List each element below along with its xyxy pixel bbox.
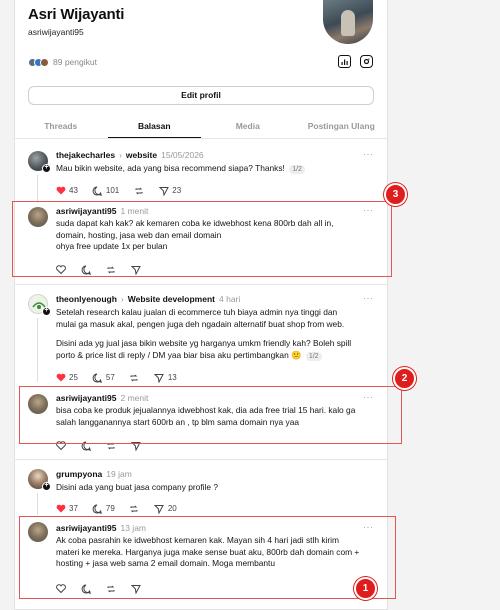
post-line: Setelah research kalau jualan di ecommer… — [56, 307, 338, 317]
tab-reposts[interactable]: Postingan Ulang — [295, 117, 389, 138]
post-text-content: Disini ada yang buat jasa company profil… — [56, 482, 219, 492]
post-text: Mau bikin website, ada yang bisa recomme… — [56, 163, 376, 175]
send-icon — [154, 372, 165, 383]
repost-button[interactable] — [129, 372, 140, 383]
share-button[interactable]: 23 — [158, 185, 181, 196]
comment-count: 57 — [105, 373, 115, 382]
thread-line — [37, 493, 38, 515]
highlight-box-2 — [19, 386, 402, 444]
comment-icon — [92, 503, 103, 514]
post-line: mulai ga masuk akal, pengen juga deh nga… — [56, 318, 345, 329]
divider — [14, 284, 388, 285]
edit-profile-button[interactable]: Edit profil — [28, 86, 374, 105]
comment-button[interactable]: 101 — [92, 185, 119, 196]
annotation-badge-1: 1 — [354, 577, 377, 600]
profile-tabs: Threads Balasan Media Postingan Ulang — [14, 117, 388, 139]
page-indicator: 1/2 — [305, 351, 322, 361]
like-button[interactable]: 37 — [55, 503, 78, 514]
profile-name: Asri Wijayanti — [28, 6, 125, 23]
follow-plus-icon[interactable]: + — [42, 307, 51, 316]
insights-icon[interactable] — [338, 55, 351, 68]
post-username[interactable]: theonlyenough — [56, 294, 117, 304]
post-text: Disini ada yang buat jasa company profil… — [56, 482, 376, 494]
share-count: 20 — [167, 504, 177, 513]
followers-count: 89 pengikut — [53, 57, 97, 67]
page-indicator: 1/2 — [289, 165, 305, 174]
comment-button[interactable]: 57 — [92, 372, 115, 383]
comment-button[interactable]: 79 — [92, 503, 115, 514]
follow-plus-icon[interactable]: + — [42, 482, 51, 491]
post-time: 15/05/2026 — [161, 150, 204, 160]
post-time: 4 hari — [219, 294, 241, 304]
post-text: Setelah research kalau jualan di ecommer… — [56, 307, 376, 361]
post-header: grumpyona 19 jam — [56, 469, 132, 479]
share-button[interactable]: 20 — [154, 503, 177, 514]
post-topic[interactable]: Website development — [128, 294, 215, 304]
tab-media[interactable]: Media — [201, 117, 295, 138]
post-header: theonlyenough › Website development 4 ha… — [56, 294, 240, 304]
highlight-box-3 — [12, 201, 392, 277]
follow-plus-icon[interactable]: + — [42, 164, 51, 173]
post-line: porto & price list di reply / DM yaa bia… — [56, 349, 302, 360]
thread-line — [37, 318, 38, 382]
share-count: 23 — [172, 186, 182, 195]
post-username[interactable]: grumpyona — [56, 469, 102, 479]
like-button[interactable]: 43 — [55, 185, 78, 196]
annotation-badge-3: 3 — [384, 183, 407, 206]
like-count: 43 — [69, 186, 78, 195]
send-icon — [154, 503, 165, 514]
post-actions: 37 79 20 — [55, 503, 177, 514]
followers-link[interactable]: 89 pengikut — [28, 57, 97, 67]
divider — [14, 459, 388, 460]
post-text-content: Mau bikin website, ada yang bisa recomme… — [56, 163, 285, 173]
more-options-icon[interactable]: ··· — [363, 149, 482, 159]
heart-filled-icon — [55, 185, 66, 196]
repost-icon — [133, 185, 144, 196]
comment-icon — [92, 185, 103, 196]
annotation-badge-2: 2 — [393, 367, 416, 390]
like-count: 25 — [69, 373, 78, 382]
heart-filled-icon — [55, 503, 66, 514]
highlight-box-1 — [19, 516, 396, 599]
post-topic[interactable]: website — [126, 150, 157, 160]
post-line: Disini ada yg jual jasa bikin website yg… — [56, 338, 352, 348]
post-username[interactable]: thejakecharles — [56, 150, 115, 160]
tab-threads[interactable]: Threads — [14, 117, 108, 138]
like-button[interactable]: 25 — [55, 372, 78, 383]
thread-line — [37, 175, 38, 203]
profile-handle: asriwijayanti95 — [28, 27, 84, 37]
follower-avatars — [28, 57, 49, 67]
share-button[interactable]: 13 — [154, 372, 177, 383]
comment-count: 79 — [105, 504, 115, 513]
heart-filled-icon — [55, 372, 66, 383]
repost-icon — [129, 372, 140, 383]
post-header: thejakecharles › website 15/05/2026 — [56, 150, 204, 160]
repost-button[interactable] — [129, 503, 140, 514]
post-actions: 25 57 13 — [55, 372, 177, 383]
share-count: 13 — [167, 373, 177, 382]
more-options-icon[interactable]: ··· — [363, 293, 482, 303]
repost-button[interactable] — [133, 185, 144, 196]
send-icon — [158, 185, 169, 196]
chevron-right-icon: › — [119, 150, 122, 160]
comment-count: 101 — [105, 186, 120, 195]
repost-icon — [129, 503, 140, 514]
comment-icon — [92, 372, 103, 383]
post-time: 19 jam — [106, 469, 132, 479]
chevron-right-icon: › — [120, 294, 124, 304]
like-count: 37 — [69, 504, 78, 513]
post-actions: 43 101 23 — [55, 185, 181, 196]
instagram-icon[interactable] — [360, 55, 373, 68]
tab-replies[interactable]: Balasan — [107, 117, 201, 138]
